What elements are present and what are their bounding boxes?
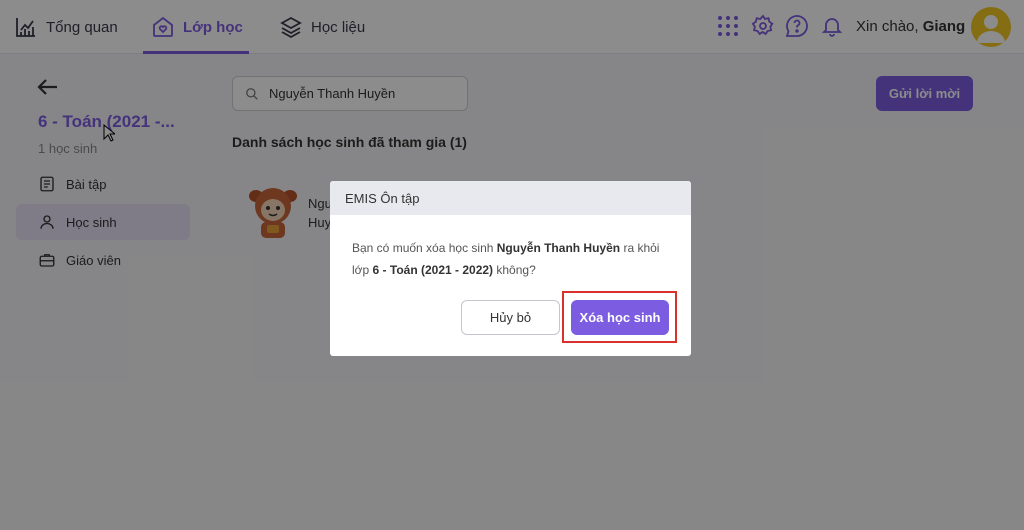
dialog-student-name: Nguyễn Thanh Huyền [496, 241, 621, 255]
dialog-class-name: 6 - Toán (2021 - 2022) [372, 263, 494, 277]
delete-student-dialog: EMIS Ôn tập Bạn có muốn xóa học sinh Ngu… [330, 181, 691, 356]
dialog-message-part1: Bạn có muốn xóa học sinh [352, 241, 497, 255]
cancel-button[interactable]: Hủy bỏ [461, 300, 560, 335]
dialog-title: EMIS Ôn tập [345, 190, 420, 206]
dialog-message-part3: không? [493, 263, 536, 277]
dialog-header: EMIS Ôn tập [330, 181, 691, 215]
delete-student-button[interactable]: Xóa học sinh [571, 300, 669, 335]
dialog-message: Bạn có muốn xóa học sinh Nguyễn Thanh Hu… [352, 237, 677, 281]
